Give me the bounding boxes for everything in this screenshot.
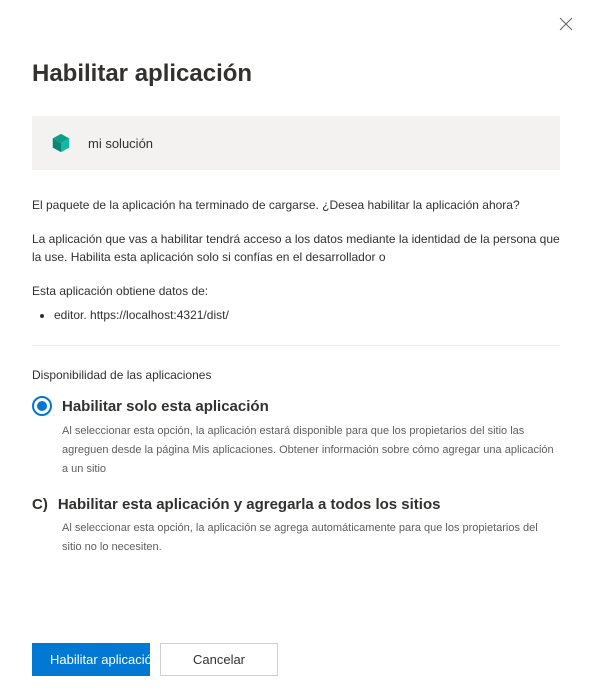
- option-enable-all[interactable]: C) Habilitar esta aplicación y agregarla…: [32, 496, 560, 556]
- dialog-title: Habilitar aplicación: [32, 60, 560, 88]
- option-enable-all-desc: Al seleccionar esta opción, la aplicació…: [62, 519, 560, 556]
- app-name: mi solución: [88, 136, 153, 151]
- enable-app-button[interactable]: Habilitar aplicación: [32, 643, 150, 676]
- access-note: La aplicación que vas a habilitar tendrá…: [32, 230, 560, 266]
- divider: [32, 345, 560, 346]
- data-from-label: Esta aplicación obtiene datos de:: [32, 282, 560, 300]
- option-enable-only[interactable]: Habilitar solo esta aplicación Al selecc…: [32, 396, 560, 478]
- radio-enable-only[interactable]: [32, 396, 52, 416]
- option-enable-all-prefix: C): [32, 496, 48, 513]
- radio-checked-icon: [37, 401, 47, 411]
- option-enable-all-title: Habilitar esta aplicación y agregarla a …: [58, 496, 441, 513]
- cube-icon: [50, 132, 72, 154]
- close-button[interactable]: [558, 16, 574, 32]
- intro-text: El paquete de la aplicación ha terminado…: [32, 196, 560, 214]
- app-banner: mi solución: [32, 116, 560, 170]
- cancel-button[interactable]: Cancelar: [160, 643, 278, 676]
- availability-label: Disponibilidad de las aplicaciones: [32, 368, 560, 382]
- option-enable-only-desc: Al seleccionar esta opción, la aplicació…: [62, 422, 560, 478]
- option-enable-only-title: Habilitar solo esta aplicación: [62, 398, 269, 415]
- data-source-list: editor. https://localhost:4321/dist/: [32, 306, 560, 325]
- enable-app-dialog: Habilitar aplicación mi solución El paqu…: [0, 0, 592, 557]
- close-icon: [559, 17, 573, 31]
- data-source-item: editor. https://localhost:4321/dist/: [54, 306, 560, 325]
- dialog-footer: Habilitar aplicación Cancelar: [32, 643, 278, 676]
